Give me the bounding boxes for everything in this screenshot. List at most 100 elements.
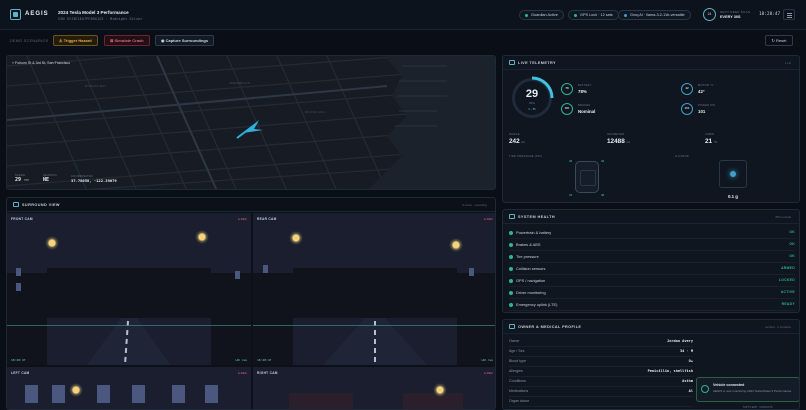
scan-value: EVERY 30S (720, 15, 741, 19)
status-dot-icon (509, 231, 513, 235)
camera-icon (13, 202, 19, 207)
pulse-icon (509, 60, 515, 65)
power-value: 101 (698, 109, 706, 114)
scan-label: NEXT DEEP SCAN (720, 10, 751, 14)
action-bar: DEMO SCENARIOS ⚠ Trigger Hazard ⊠ Simula… (0, 31, 806, 51)
vehicle-connected-toast[interactable]: Vehicle connected AEGIS is now monitorin… (696, 377, 799, 402)
tire-pressure-label: TIRE PRESSURE (PSI) (509, 155, 543, 158)
gforce-label: G-FORCE (675, 155, 690, 158)
capture-surroundings-button[interactable]: ◉ Capture Surroundings (155, 35, 215, 46)
check-icon (701, 385, 709, 393)
status-dot-icon (624, 13, 627, 17)
vehicle-title: 2024 Tesla Model 3 Performance (58, 10, 129, 15)
map-district-label: RINCON HILL (305, 110, 327, 114)
health-row: GPS / navigation LOCKED (509, 275, 795, 287)
system-health-header: SYSTEM HEALTH 8/8 nominal (503, 210, 799, 224)
car-outline-icon (575, 161, 599, 193)
speed-unit: MPH (529, 102, 535, 105)
surround-view-header: SURROUND VIEW 4 cams · recording (7, 198, 495, 212)
location-label: ⌖ Folsom St & 3rd St, San Francisco (12, 61, 71, 65)
brakes-ring: OK (561, 103, 573, 115)
health-row: Brakes & ABS OK (509, 239, 795, 251)
menu-icon (787, 13, 792, 14)
user-icon (509, 324, 515, 329)
gforce-value: 0.1 g (727, 194, 738, 199)
shield-logo-icon (10, 9, 21, 20)
surround-view-panel: SURROUND VIEW 4 cams · recording FRONT C… (6, 197, 496, 410)
tire-fl: 42 (569, 159, 573, 163)
street-lamp (45, 236, 59, 250)
map-heading-readout: HEADING NE (43, 174, 57, 183)
rear-camera-feed[interactable]: REAR CAM ● REC 18:28:47 HD · live (253, 213, 495, 365)
telemetry-header: LIVE TELEMETRY 1 Hz (503, 56, 799, 70)
gforce-indicator (719, 160, 747, 188)
simulate-crash-button[interactable]: ⊠ Simulate Crash (104, 35, 150, 46)
map-district-label: TENDERLOIN (229, 81, 251, 85)
profile-row: Owner Jordan Avery (509, 337, 693, 347)
health-row: Powertrain & battery OK (509, 227, 795, 239)
street-lamp (195, 230, 209, 244)
status-dot-icon (509, 255, 513, 259)
status-pill-gps: GPS Lock · 12 sats (568, 10, 619, 20)
tire-fr: 42 (601, 159, 605, 163)
top-bar: AEGIS 2024 Tesla Model 3 Performance VIN… (0, 0, 806, 30)
tire-rl: 41 (569, 193, 573, 197)
profile-row: Conditions Asthm (509, 377, 693, 387)
status-dot-icon (509, 267, 513, 271)
live-telemetry-panel: LIVE TELEMETRY 1 Hz 29 MPH 0 – 85 78 BAT… (502, 55, 800, 203)
map-district-label: MISSION BAY (85, 84, 107, 88)
demo-scenarios-label: DEMO SCENARIOS (10, 39, 49, 43)
street-lamp (289, 231, 303, 245)
left-camera-feed[interactable]: LEFT CAM ● REC (7, 367, 251, 409)
menu-button[interactable] (783, 9, 795, 20)
right-camera-feed[interactable]: RIGHT CAM ● REC (253, 367, 495, 409)
front-camera-feed[interactable]: FRONT CAM ● REC 18:28:47 HD · live (7, 213, 251, 365)
street-lamp (449, 238, 463, 252)
speed-range: 0 – 85 (528, 108, 536, 111)
map-speed-readout: SPEED 29 MPH (15, 174, 30, 183)
vehicle-subtitle: VIN 5YJ3E1EA7PF89X123 · Midnight Silver (58, 17, 143, 21)
rec-badge: ● REC (484, 217, 493, 221)
profile-footer: TAP TO EDIT · CONTACTS (743, 406, 773, 409)
status-pill-ai: Groq AI · llama-3.2-11b-versatile (618, 10, 691, 20)
power-ring: 101 (681, 103, 693, 115)
profile-row: Blood type O+ (509, 357, 693, 367)
battery-ring: 78 (561, 83, 573, 95)
scan-countdown-ring: 24 (703, 8, 716, 21)
rec-badge: ● REC (484, 371, 493, 375)
street-map[interactable] (7, 56, 496, 190)
motor-temp-ring: 42 (681, 83, 693, 95)
pulse-icon (509, 214, 515, 219)
speed-value: 29 (525, 88, 539, 100)
health-row: Driver monitoring ACTIVE (509, 287, 795, 299)
status-dot-icon (509, 291, 513, 295)
health-row: Collision sensors ARMED (509, 263, 795, 275)
reset-button[interactable]: ↻ Reset (765, 35, 793, 46)
health-row: Tire pressure OK (509, 251, 795, 263)
system-health-panel: SYSTEM HEALTH 8/8 nominal Powertrain & b… (502, 209, 800, 313)
road-lanes (87, 318, 171, 365)
status-dot-icon (509, 303, 513, 307)
status-dot-icon (525, 13, 528, 17)
street-lamp (433, 383, 447, 397)
cabin-temp-value: 21 °C (705, 138, 718, 145)
profile-row: Allergies Penicillin, shellfish (509, 367, 693, 377)
tire-rr: 42 (601, 193, 605, 197)
battery-value: 78% (578, 89, 587, 94)
status-dot-icon (509, 243, 513, 247)
motor-temp-value: 42° (698, 89, 705, 94)
status-pill-guardian: Guardian Active (519, 10, 564, 20)
range-value: 242 mi (509, 138, 525, 145)
profile-row: Medications Al (509, 387, 693, 397)
odometer-value: 12488 mi (607, 138, 630, 145)
brand-name: AEGIS (25, 11, 49, 17)
profile-row: Organ donor (509, 397, 693, 407)
brakes-value: Nominal (578, 109, 596, 114)
owner-medical-header: OWNER & MEDICAL PROFILE verified · 2 con… (503, 320, 799, 334)
owner-medical-panel: OWNER & MEDICAL PROFILE verified · 2 con… (502, 319, 800, 410)
status-dot-icon (574, 13, 577, 17)
rec-badge: ● REC (238, 217, 247, 221)
status-dot-icon (509, 279, 513, 283)
map-panel[interactable]: ⌖ Folsom St & 3rd St, San Francisco MISS… (6, 55, 496, 190)
trigger-hazard-button[interactable]: ⚠ Trigger Hazard (53, 35, 98, 46)
